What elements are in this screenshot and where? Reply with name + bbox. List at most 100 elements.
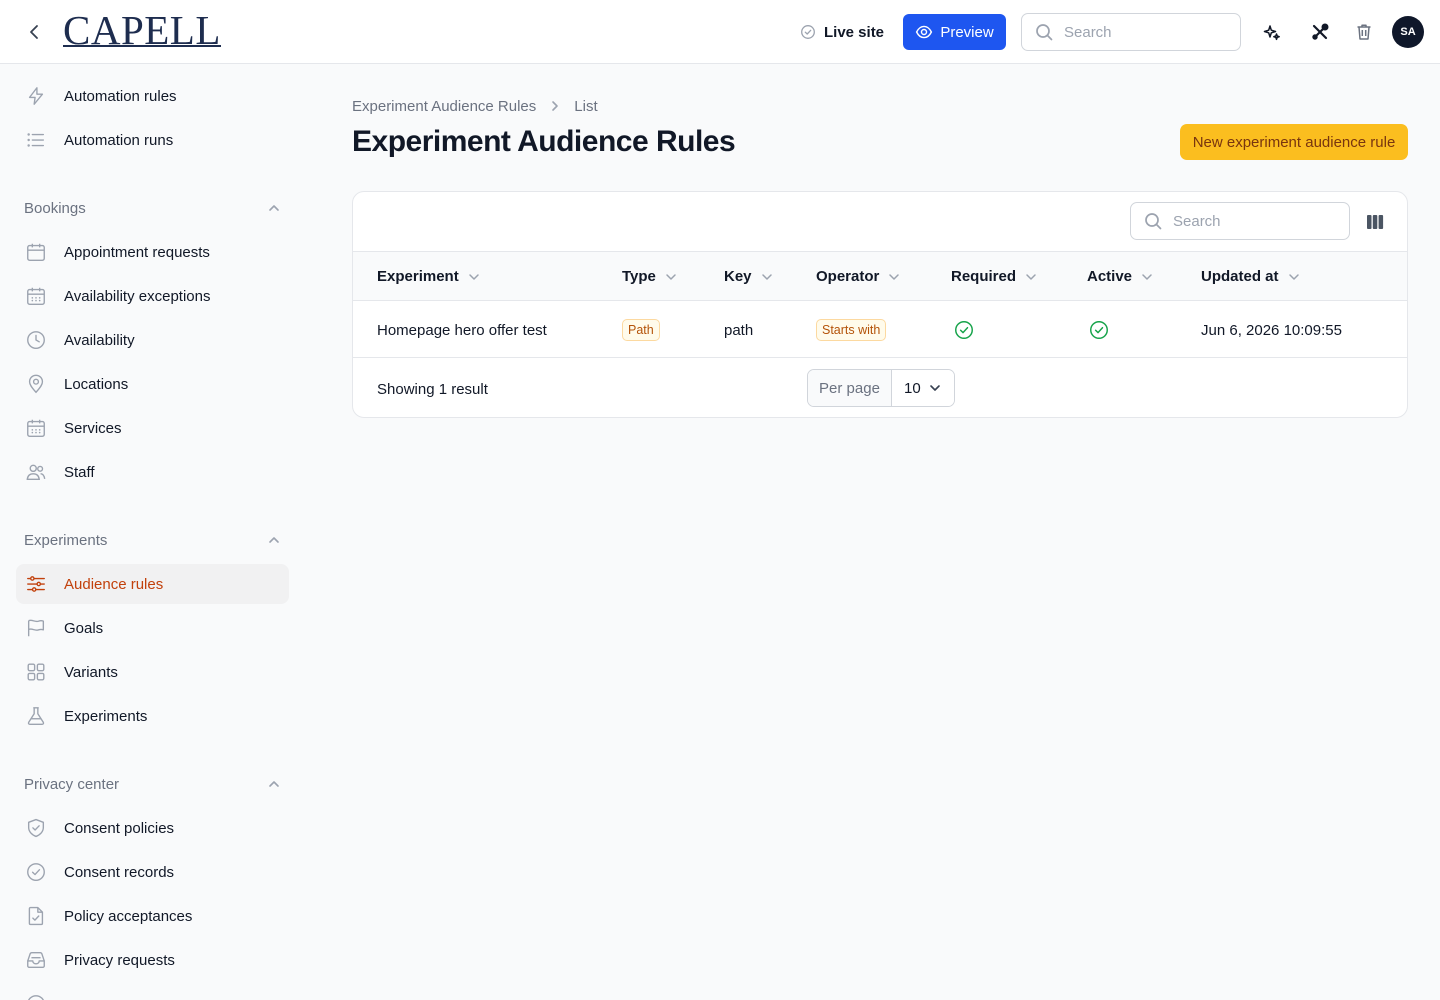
trash-button[interactable] — [1352, 20, 1376, 44]
cell-required — [953, 302, 975, 358]
chevron-down-icon — [666, 273, 676, 280]
table-toolbar — [353, 192, 1407, 252]
column-header-required[interactable]: Required — [951, 252, 1038, 301]
per-page-select[interactable]: 10 — [892, 370, 954, 406]
type-badge: Path — [622, 319, 660, 341]
live-site-label: Live site — [824, 23, 885, 41]
cell-updated-at: Jun 6, 2026 10:09:55 — [1201, 321, 1342, 339]
sidebar-item-variants[interactable]: Variants — [16, 652, 289, 692]
ai-sparkles-button[interactable] — [1260, 20, 1284, 44]
sidebar-item-label: Consent records — [64, 863, 175, 881]
per-page-label: Per page — [808, 370, 892, 406]
column-header-operator[interactable]: Operator — [816, 252, 901, 301]
table-search-input[interactable] — [1173, 212, 1323, 230]
sidebar-item-services[interactable]: Services — [16, 408, 289, 448]
group-label: Experiments — [24, 531, 108, 549]
group-privacy-center[interactable]: Privacy center — [24, 774, 281, 794]
cell-key: path — [724, 321, 754, 339]
search-icon — [1036, 24, 1053, 41]
sidebar-item-consent-records[interactable]: Consent records — [16, 852, 289, 892]
sidebar-item-partial[interactable] — [16, 984, 289, 1000]
sidebar-item-label: Experiments — [64, 707, 148, 725]
new-audience-rule-button[interactable]: New experiment audience rule — [1180, 124, 1408, 160]
sidebar-item-privacy-requests[interactable]: Privacy requests — [16, 940, 289, 980]
check-circle-icon — [955, 321, 973, 339]
column-header-experiment[interactable]: Experiment — [377, 252, 481, 301]
sidebar-item-label: Availability exceptions — [64, 287, 211, 305]
group-experiments[interactable]: Experiments — [24, 530, 281, 550]
top-bar: CAPELL Live site Preview SA — [0, 0, 1440, 64]
sidebar-item-consent-policies[interactable]: Consent policies — [16, 808, 289, 848]
sidebar-item-label: Audience rules — [64, 575, 164, 593]
flag-icon — [24, 616, 48, 640]
sidebar-item-automation-runs[interactable]: Automation runs — [16, 120, 289, 160]
column-label: Active — [1087, 268, 1133, 285]
chevron-left-icon — [30, 25, 38, 39]
live-site-link[interactable]: Live site — [800, 20, 884, 44]
sidebar-item-label: Consent policies — [64, 819, 175, 837]
list-icon — [24, 128, 48, 152]
sidebar-item-label: Staff — [64, 463, 95, 481]
table-search[interactable] — [1130, 202, 1350, 240]
group-label: Bookings — [24, 199, 86, 217]
sidebar-item-goals[interactable]: Goals — [16, 608, 289, 648]
sidebar-item-staff[interactable]: Staff — [16, 452, 289, 492]
view-columns-icon — [1367, 215, 1384, 229]
toggle-columns-button[interactable] — [1363, 210, 1387, 234]
eye-icon — [916, 25, 933, 39]
column-header-updated-at[interactable]: Updated at — [1201, 252, 1301, 301]
search-icon — [1145, 213, 1162, 230]
sidebar-item-availability[interactable]: Availability — [16, 320, 289, 360]
cell-active — [1088, 302, 1110, 358]
preview-label: Preview — [940, 23, 994, 41]
beaker-icon — [24, 704, 48, 728]
breadcrumb: Experiment Audience Rules List — [352, 96, 598, 116]
clock-icon — [24, 992, 48, 1000]
global-search-input[interactable] — [1064, 23, 1214, 41]
preview-button[interactable]: Preview — [903, 14, 1006, 50]
sidebar-item-experiments[interactable]: Experiments — [16, 696, 289, 736]
chevron-down-icon — [468, 273, 479, 280]
chevron-down-icon — [889, 273, 900, 280]
group-bookings[interactable]: Bookings — [24, 198, 281, 218]
sidebar-item-label: Appointment requests — [64, 243, 210, 261]
sidebar-item-label: Availability — [64, 331, 135, 349]
sidebar-item-availability-exceptions[interactable]: Availability exceptions — [16, 276, 289, 316]
column-header-active[interactable]: Active — [1087, 252, 1154, 301]
column-label: Experiment — [377, 268, 459, 285]
sidebar-item-label: Services — [64, 419, 122, 437]
grid-icon — [24, 660, 48, 684]
cell-operator: Starts with — [816, 302, 887, 358]
column-header-type[interactable]: Type — [622, 252, 678, 301]
sidebar-item-locations[interactable]: Locations — [16, 364, 289, 404]
check-circle-icon — [24, 860, 48, 884]
chevron-up-icon — [269, 781, 279, 787]
operator-badge: Starts with — [816, 319, 887, 341]
page-title: Experiment Audience Rules — [352, 125, 736, 158]
results-summary: Showing 1 result — [377, 380, 488, 398]
column-label: Operator — [816, 268, 880, 285]
group-label: Privacy center — [24, 775, 120, 793]
chevron-down-icon — [930, 385, 940, 391]
table-row[interactable]: Homepage hero offer test Path path Start… — [353, 302, 1407, 358]
sidebar-item-appointment-requests[interactable]: Appointment requests — [16, 232, 289, 272]
column-header-key[interactable]: Key — [724, 252, 774, 301]
tools-button[interactable] — [1308, 20, 1332, 44]
user-avatar[interactable]: SA — [1392, 16, 1424, 48]
table-header: Experiment Type Key Operator Required Ac… — [353, 252, 1407, 301]
global-search[interactable] — [1021, 13, 1241, 51]
sidebar-item-automation-rules[interactable]: Automation rules — [16, 76, 289, 116]
sidebar-item-audience-rules[interactable]: Audience rules — [16, 564, 289, 604]
trash-icon — [1357, 24, 1371, 40]
wrench-screwdriver-icon — [1312, 23, 1329, 40]
back-button[interactable] — [22, 20, 46, 44]
column-label: Type — [622, 268, 656, 285]
cell-experiment[interactable]: Homepage hero offer test — [377, 302, 547, 358]
check-circle-icon — [1090, 321, 1108, 339]
breadcrumb-item[interactable]: Experiment Audience Rules — [352, 98, 536, 115]
cell-type: Path — [622, 302, 660, 358]
sidebar-item-label: Variants — [64, 663, 118, 681]
sidebar-item-label: Policy acceptances — [64, 907, 193, 925]
chevron-right-icon — [552, 101, 559, 111]
sidebar-item-policy-acceptances[interactable]: Policy acceptances — [16, 896, 289, 936]
